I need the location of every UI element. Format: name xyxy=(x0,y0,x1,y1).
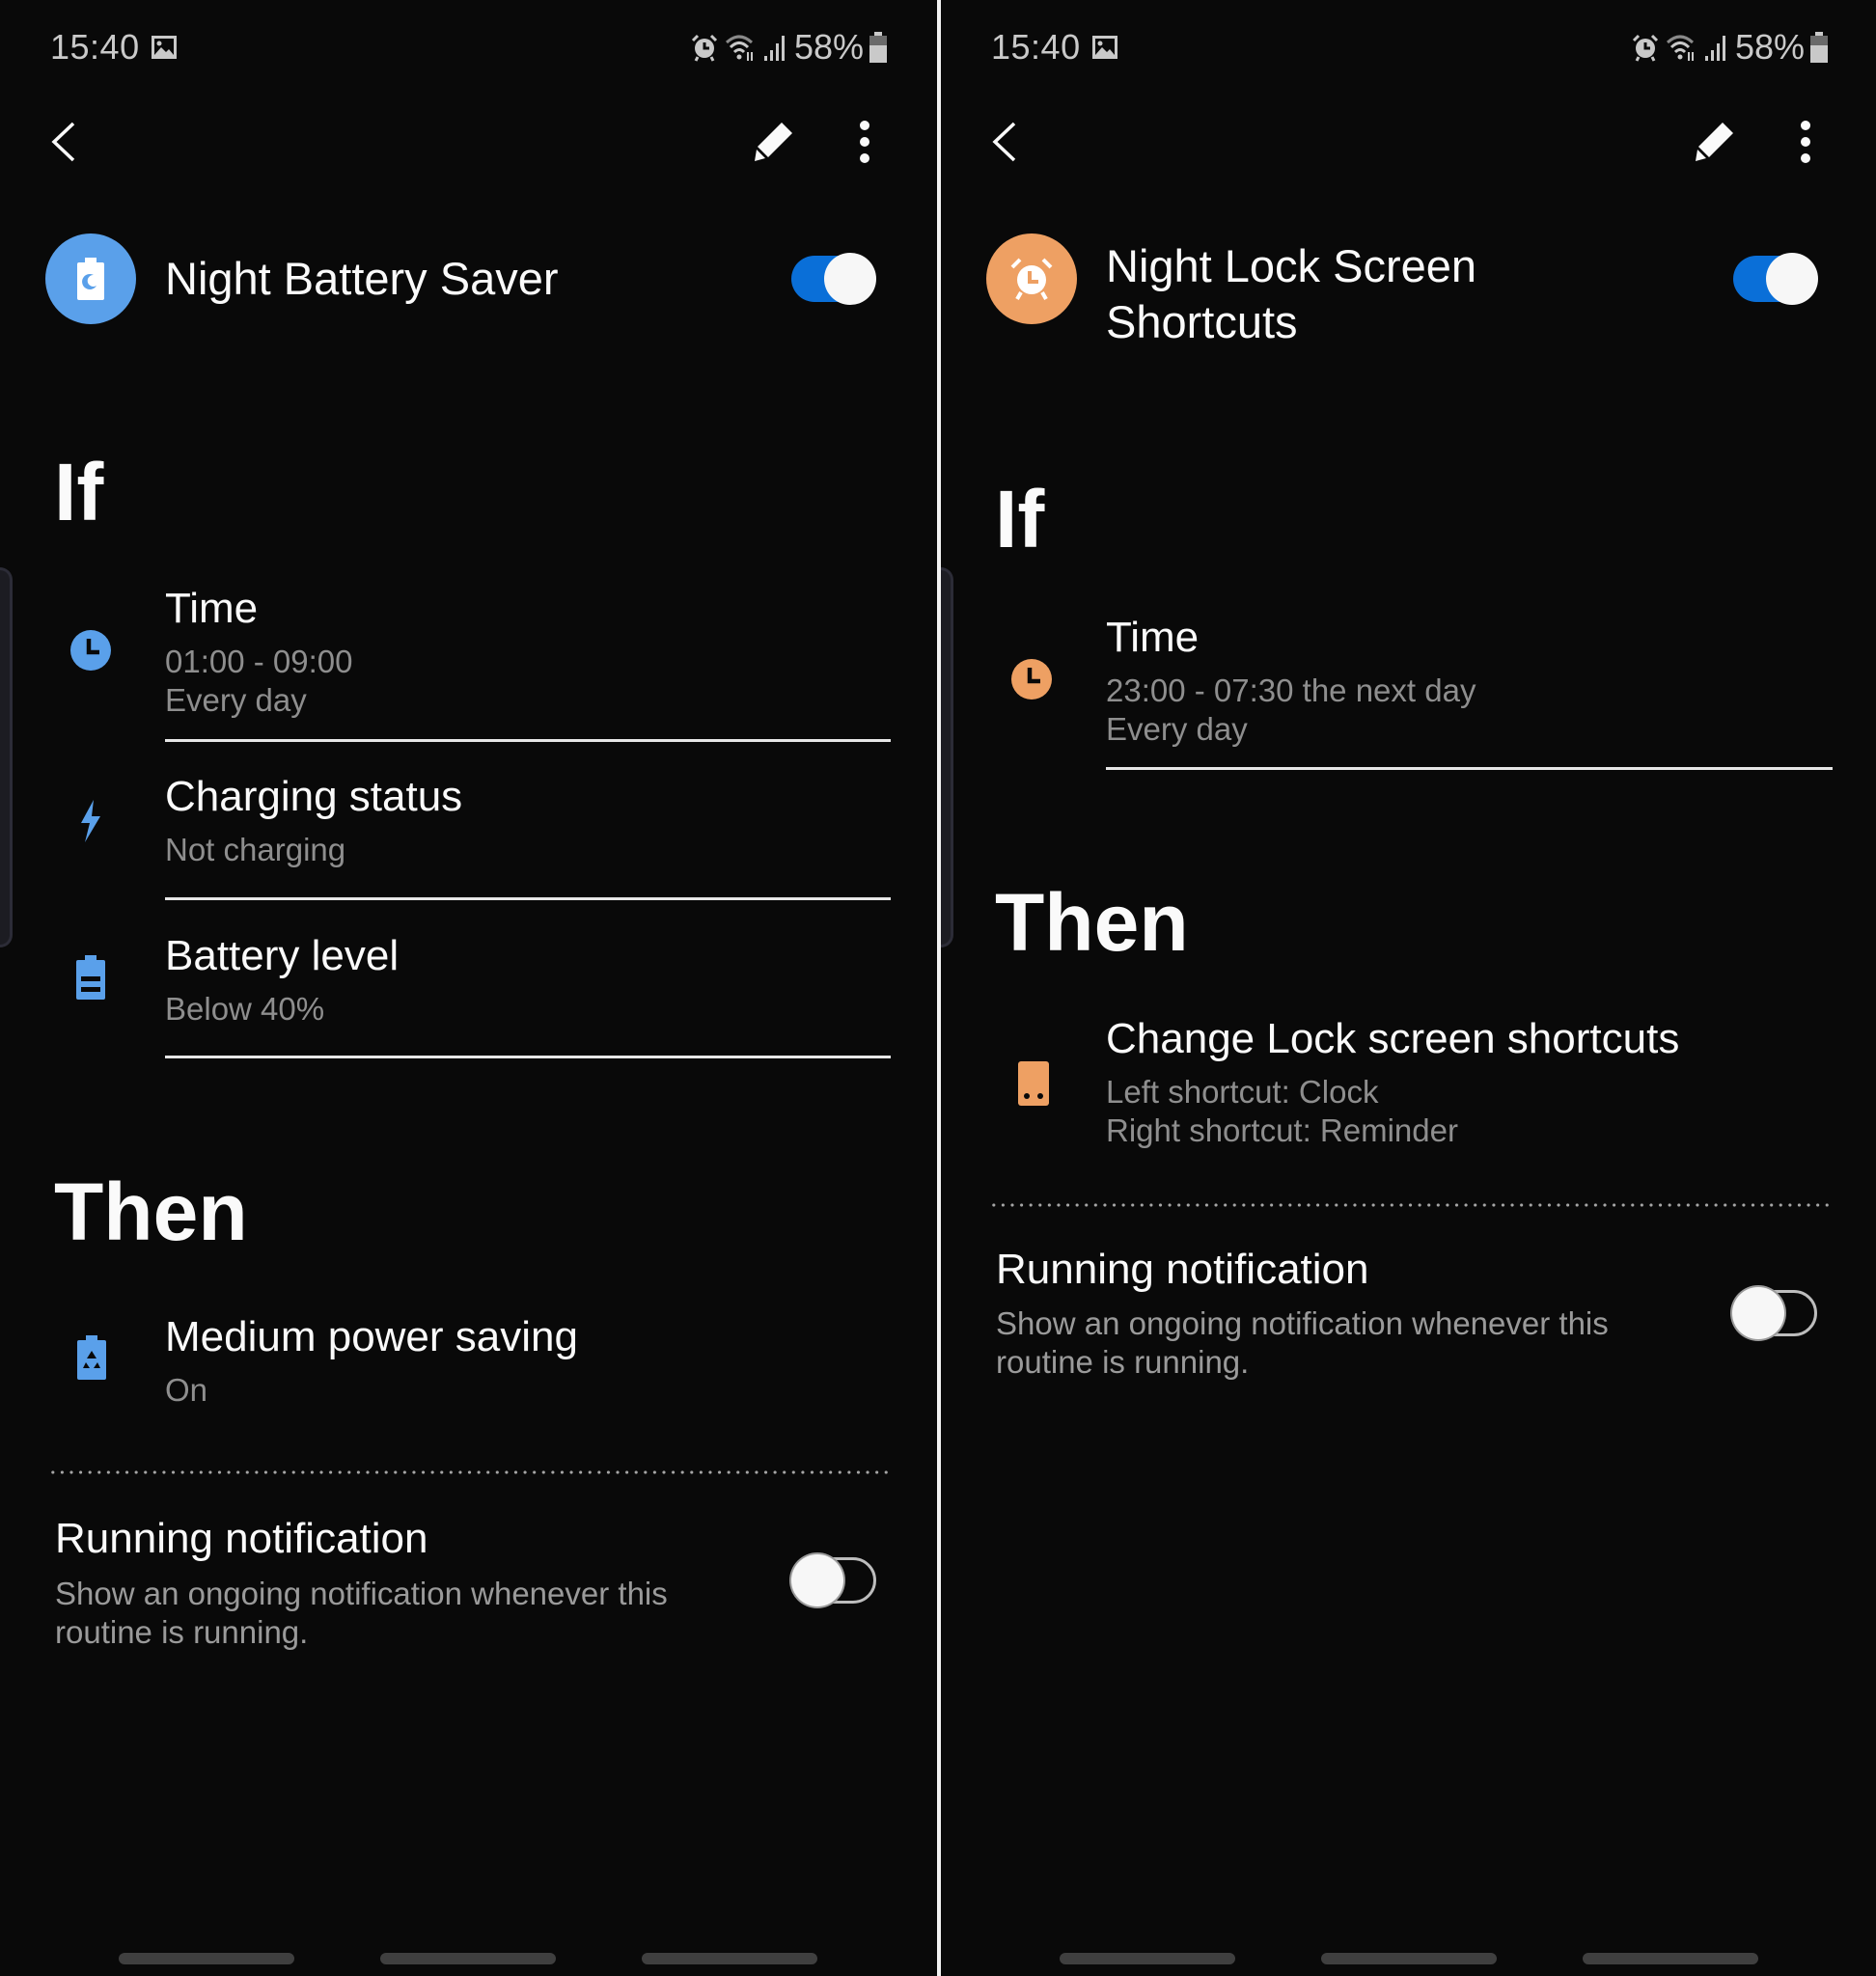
status-icons: 58% xyxy=(690,27,887,68)
more-options-button[interactable] xyxy=(1798,120,1813,169)
nav-back-button[interactable] xyxy=(642,1953,817,1964)
action-detail: Right shortcut: Reminder xyxy=(1106,1112,1458,1148)
condition-time[interactable]: Time 01:00 - 09:00 Every day xyxy=(0,579,937,743)
then-heading: Then xyxy=(995,877,1189,968)
action-title: Change Lock screen shortcuts xyxy=(1106,1015,1680,1062)
nav-back-button[interactable] xyxy=(1583,1953,1758,1964)
action-medium-power-saving[interactable]: Medium power saving On xyxy=(0,1307,937,1442)
condition-detail: Below 40% xyxy=(165,991,325,1027)
battery-percent: 58% xyxy=(793,27,864,67)
running-notification-toggle[interactable] xyxy=(791,1554,876,1606)
condition-title: Time xyxy=(1106,614,1200,661)
divider xyxy=(1106,767,1833,770)
alarm-clock-icon xyxy=(1010,258,1053,300)
divider xyxy=(165,897,891,900)
dotted-divider xyxy=(48,1470,891,1474)
condition-detail: 23:00 - 07:30 the next day xyxy=(1106,672,1476,708)
nav-home-button[interactable] xyxy=(380,1953,556,1964)
condition-detail: Not charging xyxy=(165,832,346,867)
right-screen: 15:40 58% Night Lock Screen Shortcuts If… xyxy=(941,0,1876,1976)
nav-home-button[interactable] xyxy=(1321,1953,1497,1964)
status-time: 15:40 xyxy=(991,27,1081,67)
if-heading: If xyxy=(995,474,1045,564)
nav-recents-button[interactable] xyxy=(1060,1953,1235,1964)
routine-icon xyxy=(986,233,1077,324)
gallery-icon xyxy=(1091,35,1118,60)
action-title: Medium power saving xyxy=(165,1313,578,1360)
action-detail: Left shortcut: Clock xyxy=(1106,1074,1379,1110)
alarm-icon xyxy=(1631,33,1660,62)
more-options-button[interactable] xyxy=(857,120,872,169)
alarm-icon xyxy=(690,33,719,62)
running-notification-title: Running notification xyxy=(55,1515,428,1562)
condition-time[interactable]: Time 23:00 - 07:30 the next day Every da… xyxy=(941,608,1876,772)
status-icons: 58% xyxy=(1631,27,1828,68)
back-button[interactable] xyxy=(991,122,1018,167)
battery-percent: 58% xyxy=(1734,27,1805,67)
condition-title: Battery level xyxy=(165,932,400,979)
condition-detail: Every day xyxy=(1106,711,1248,747)
routine-title-line2: Shortcuts xyxy=(1106,296,1298,347)
edge-panel-handle[interactable] xyxy=(941,567,953,947)
battery-icon xyxy=(1810,32,1828,63)
condition-detail: Every day xyxy=(165,682,307,718)
lock-screen-shortcuts-icon xyxy=(1018,1061,1049,1111)
lightning-icon xyxy=(79,800,102,847)
condition-title: Time xyxy=(165,585,259,632)
dotted-divider xyxy=(989,1203,1832,1207)
chevron-left-icon xyxy=(51,122,75,162)
running-notification-description: Show an ongoing notification whenever th… xyxy=(996,1305,1609,1380)
clock-icon xyxy=(1010,658,1053,705)
condition-charging-status[interactable]: Charging status Not charging xyxy=(0,767,937,897)
then-heading: Then xyxy=(54,1166,248,1257)
signal-icon xyxy=(1704,33,1729,62)
gallery-icon xyxy=(151,35,178,60)
routine-icon xyxy=(45,233,136,324)
clock-icon xyxy=(69,629,112,676)
more-vertical-icon xyxy=(1801,121,1810,163)
wifi-icon xyxy=(1666,33,1698,62)
running-notification-title: Running notification xyxy=(996,1246,1369,1293)
routine-enable-toggle[interactable] xyxy=(1733,253,1818,305)
more-vertical-icon xyxy=(860,121,869,163)
divider xyxy=(165,739,891,742)
status-time: 15:40 xyxy=(50,27,140,67)
back-button[interactable] xyxy=(50,122,77,167)
routine-title: Night Battery Saver xyxy=(165,253,559,304)
pencil-icon xyxy=(755,123,792,161)
if-heading: If xyxy=(54,447,104,537)
chevron-left-icon xyxy=(992,122,1016,162)
routine-title-line1: Night Lock Screen xyxy=(1106,240,1477,291)
condition-title: Charging status xyxy=(165,773,463,820)
power-saving-icon xyxy=(77,1335,106,1385)
signal-icon xyxy=(763,33,788,62)
action-change-lock-screen-shortcuts[interactable]: Change Lock screen shortcuts Left shortc… xyxy=(941,1009,1876,1173)
edit-button[interactable] xyxy=(753,120,795,167)
battery-icon xyxy=(869,32,887,63)
action-detail: On xyxy=(165,1372,208,1408)
routine-enable-toggle[interactable] xyxy=(791,253,876,305)
running-notification-description: Show an ongoing notification whenever th… xyxy=(55,1576,668,1650)
edge-panel-handle[interactable] xyxy=(0,567,13,947)
divider xyxy=(165,1056,891,1058)
nav-recents-button[interactable] xyxy=(119,1953,294,1964)
wifi-icon xyxy=(725,33,758,62)
edit-button[interactable] xyxy=(1694,120,1736,167)
condition-battery-level[interactable]: Battery level Below 40% xyxy=(0,926,937,1057)
condition-detail: 01:00 - 09:00 xyxy=(165,644,353,679)
battery-moon-icon xyxy=(77,258,104,300)
left-screen: 15:40 58% Night Battery Saver If Time 01… xyxy=(0,0,937,1976)
running-notification-toggle[interactable] xyxy=(1732,1287,1817,1339)
pencil-icon xyxy=(1696,123,1733,161)
battery-icon xyxy=(76,955,105,1004)
